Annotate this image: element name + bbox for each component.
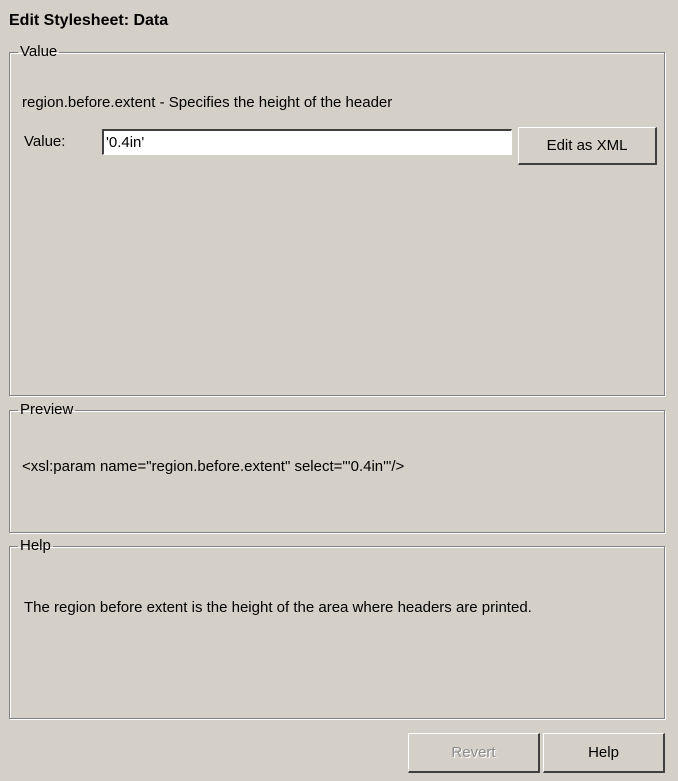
help-text: The region before extent is the height o… [24,599,532,616]
dialog-title: Edit Stylesheet: Data [9,12,169,29]
preview-text: <xsl:param name="region.before.extent" s… [22,458,405,475]
parameter-description: region.before.extent - Specifies the hei… [22,94,393,111]
value-group-legend: Value [20,43,58,60]
preview-group-legend: Preview [20,401,74,418]
value-label: Value: [24,133,66,150]
value-input[interactable] [102,129,512,155]
revert-button[interactable]: Revert [408,733,540,773]
help-group: Help [9,538,665,719]
help-button[interactable]: Help [543,733,665,773]
edit-as-xml-button[interactable]: Edit as XML [518,127,657,165]
help-group-legend: Help [20,537,51,554]
